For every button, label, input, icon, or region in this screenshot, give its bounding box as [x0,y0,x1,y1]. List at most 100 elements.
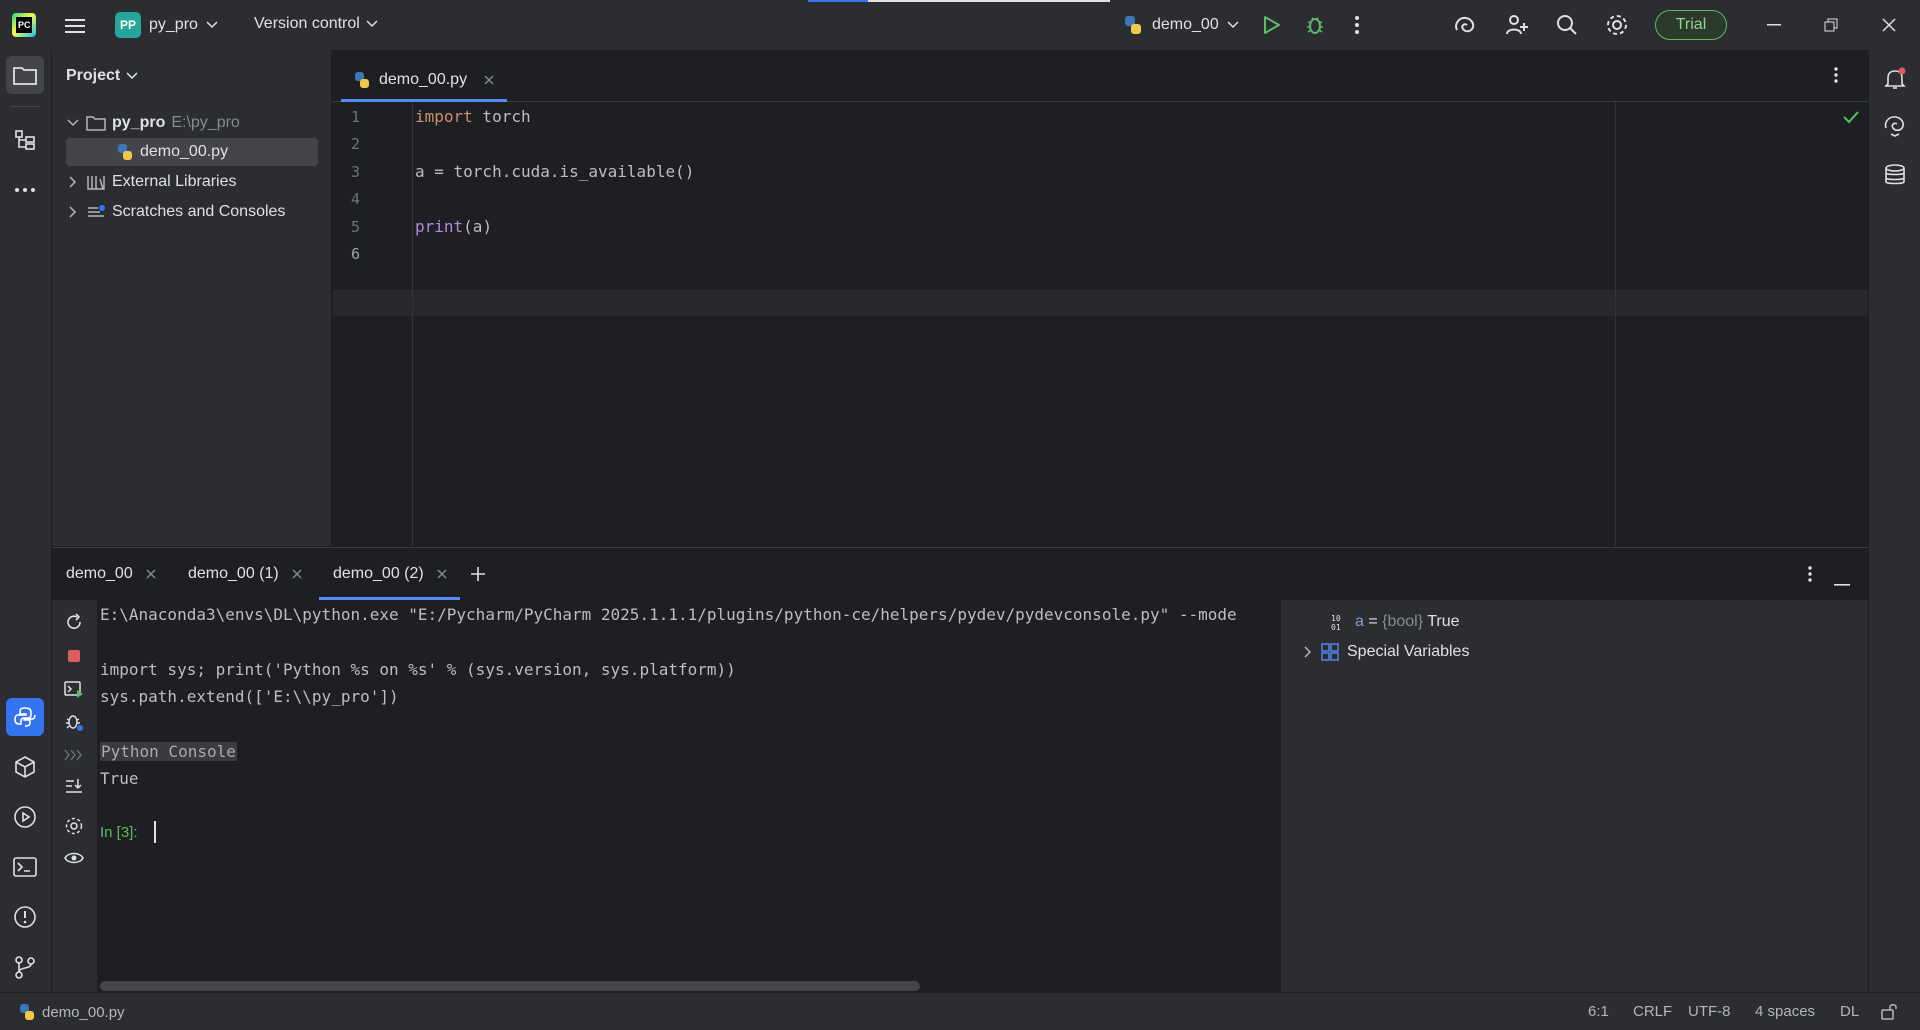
debug-button[interactable] [1295,5,1335,45]
console-title-label: Python Console [100,742,237,761]
structure-tool-button[interactable] [6,121,44,159]
chevron-down-icon [67,119,79,127]
execute-button[interactable] [62,677,86,701]
special-variables-row[interactable]: Special Variables [1301,638,1469,666]
database-button[interactable] [1876,156,1914,194]
folder-icon [13,67,37,85]
console-output[interactable]: E:\Anaconda3\envs\DL\python.exe "E:/Pych… [100,600,1325,993]
console-settings-button[interactable] [62,814,86,838]
python-packages-tool-button[interactable] [6,748,44,786]
chevrons-right-icon [64,749,82,761]
line-ending-selector[interactable]: CRLF [1633,1003,1672,1020]
database-icon [1885,164,1905,185]
python-icon [1125,16,1141,34]
history-button[interactable] [62,743,86,767]
chevron-right-icon [1304,646,1312,658]
version-control-menu[interactable]: Version control [254,15,378,33]
tree-scratches[interactable]: Scratches and Consoles [66,198,285,226]
variable-row-a[interactable]: 10 01 a = {bool} True [1331,608,1460,636]
editor-tab-demo-00[interactable]: demo_00.py [341,60,508,102]
vertical-ellipsis-icon [1808,566,1812,582]
more-actions-button[interactable] [1337,5,1377,45]
caret-position[interactable]: 6:1 [1588,1003,1609,1020]
play-circle-icon [14,806,36,828]
console-import-line: import sys; print('Python %s on %s' % (s… [100,660,736,679]
services-tool-button[interactable] [6,798,44,836]
root-folder-name: py_pro [112,114,166,131]
console-tab-label: demo_00 (1) [188,565,279,582]
scratches-icon [88,205,105,217]
indent-selector[interactable]: 4 spaces [1755,1003,1815,1020]
svg-text:01: 01 [1331,623,1341,631]
tree-external-libraries[interactable]: External Libraries [66,168,237,196]
external-libraries-label: External Libraries [112,173,237,190]
problems-tool-button[interactable] [6,898,44,936]
minimize-button[interactable] [1745,0,1803,50]
code-line-3[interactable]: a = torch.cuda.is_available() [415,162,694,181]
ai-chat-button[interactable] [1876,107,1914,145]
notifications-button[interactable] [1876,60,1914,98]
console-tab-demo-00-2[interactable]: demo_00 (2) [319,548,460,600]
run-button[interactable] [1252,5,1292,45]
search-everywhere-button[interactable] [1547,5,1587,45]
packages-icon [15,756,35,778]
close-icon [1882,18,1896,32]
close-tab-icon[interactable] [436,568,448,580]
stop-console-button[interactable] [62,644,86,668]
hide-panel-button[interactable] [1834,573,1850,591]
chevron-right-icon [69,206,77,218]
settings-button[interactable] [1597,5,1637,45]
trial-button[interactable]: Trial [1655,10,1727,40]
scroll-to-end-button[interactable] [62,774,86,798]
console-tab-demo-00-1[interactable]: demo_00 (1) [188,548,303,600]
terminal-tool-button[interactable] [6,848,44,886]
vertical-ellipsis-icon [1834,67,1838,83]
inspection-ok-indicator[interactable] [1843,110,1859,129]
tree-root-py-pro[interactable]: py_pro E:\py_pro [66,109,240,137]
left-tool-strip [0,50,52,992]
interpreter-selector[interactable]: DL [1840,1003,1859,1020]
git-tool-button[interactable] [6,948,44,986]
ai-assistant-button[interactable] [1445,5,1485,45]
close-window-button[interactable] [1860,0,1918,50]
python-console-tool-button[interactable] [6,698,44,736]
restore-button[interactable] [1802,0,1860,50]
file-name: demo_00.py [140,143,229,160]
close-tab-icon[interactable] [291,568,303,580]
console-tab-demo-00[interactable]: demo_00 [66,548,157,600]
status-file-name: demo_00.py [42,1003,125,1021]
primitive-variable-icon: 1001 [1331,614,1341,631]
code-line-1[interactable]: import torch [415,107,531,126]
attach-debugger-button[interactable] [62,710,86,734]
add-user-icon [1506,15,1528,35]
plus-icon [471,567,485,581]
keyword-token: import [415,107,473,126]
editor-tab-label: demo_00.py [379,71,468,88]
search-icon [1557,15,1577,35]
console-result: True [100,769,139,788]
panel-options-button[interactable] [1807,565,1813,588]
editor-options-button[interactable] [1833,66,1839,89]
hamburger-icon [65,19,85,33]
main-menu-button[interactable] [55,6,95,46]
code-with-me-button[interactable] [1497,5,1537,45]
unlock-icon [1881,1004,1897,1020]
run-configuration-selector[interactable]: demo_00 [1122,14,1239,36]
checkmark-icon [1843,111,1859,124]
tree-file-demo-00[interactable]: demo_00.py [66,138,318,166]
rerun-console-button[interactable] [62,610,86,634]
readonly-toggle[interactable] [1880,1002,1898,1024]
ai-assistant-icon [1455,16,1475,33]
close-tab-icon[interactable] [145,568,157,580]
status-file-breadcrumb[interactable]: demo_00.py [18,1003,125,1021]
project-selector[interactable]: PP py_pro [115,12,218,38]
code-line-5[interactable]: print(a) [415,217,492,236]
console-horizontal-scrollbar[interactable] [100,981,920,991]
more-tools-button[interactable] [6,171,44,209]
new-console-button[interactable] [470,548,486,600]
encoding-selector[interactable]: UTF-8 [1688,1003,1731,1020]
show-variables-button[interactable] [62,846,86,870]
project-tool-button[interactable] [6,56,44,94]
project-pane-header[interactable]: Project [66,67,138,85]
close-tab-icon[interactable] [483,74,495,86]
